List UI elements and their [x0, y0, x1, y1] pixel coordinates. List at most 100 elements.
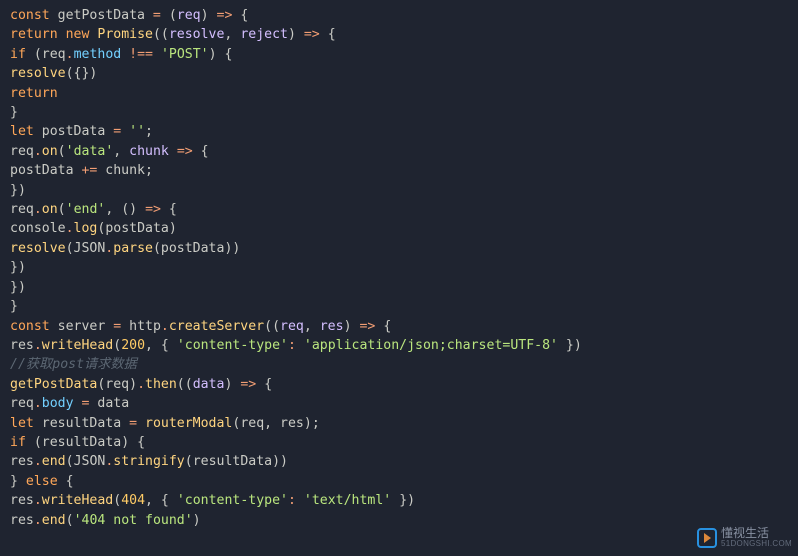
code-token: +=: [81, 163, 97, 178]
code-token: }: [10, 299, 18, 314]
code-token: )): [224, 241, 240, 256]
code-token: resultData: [34, 416, 129, 431]
code-token: {: [201, 144, 209, 159]
code-line: let resultData = routerModal(req, res);: [10, 414, 798, 433]
code-token: 200: [121, 338, 145, 353]
code-line: return: [10, 84, 798, 103]
code-token: ,: [145, 338, 161, 353]
code-token: }): [10, 260, 26, 275]
code-token: ,: [105, 202, 121, 217]
code-token: {: [161, 493, 169, 508]
code-token: getPostData: [10, 377, 97, 392]
code-token: ): [209, 47, 217, 62]
code-token: [217, 47, 225, 62]
code-token: data: [193, 377, 225, 392]
code-token: resultData: [42, 435, 121, 450]
code-token: req: [177, 8, 201, 23]
code-token: !==: [129, 47, 153, 62]
code-token: ): [121, 435, 129, 450]
code-line: //获取post请求数据: [10, 355, 798, 374]
code-token: .: [66, 47, 74, 62]
code-token: (: [58, 144, 66, 159]
code-token: else: [26, 474, 58, 489]
code-token: [169, 338, 177, 353]
code-token: stringify: [113, 454, 184, 469]
code-line: if (req.method !== 'POST') {: [10, 45, 798, 64]
code-token: 404: [121, 493, 145, 508]
code-token: res: [10, 338, 34, 353]
code-token: .: [34, 202, 42, 217]
code-token: [18, 474, 26, 489]
code-token: on: [42, 202, 58, 217]
code-token: .: [137, 377, 145, 392]
code-token: ,: [113, 144, 129, 159]
code-token: ): [201, 8, 209, 23]
code-token: createServer: [169, 319, 264, 334]
code-token: (: [34, 435, 42, 450]
code-token: [169, 144, 177, 159]
code-token: [137, 202, 145, 217]
code-token: resolve: [10, 66, 66, 81]
code-token: .: [161, 319, 169, 334]
code-token: [209, 8, 217, 23]
code-token: ((: [177, 377, 193, 392]
code-token: method: [74, 47, 122, 62]
code-token: req: [280, 319, 304, 334]
code-token: .: [34, 493, 42, 508]
code-token: if: [10, 435, 26, 450]
code-line: const getPostData = (req) => {: [10, 6, 798, 25]
code-token: new: [66, 27, 90, 42]
code-token: let: [10, 416, 34, 431]
code-token: 'POST': [161, 47, 209, 62]
code-token: {: [264, 377, 272, 392]
code-token: chunk;: [97, 163, 153, 178]
code-token: req: [105, 377, 129, 392]
code-line: getPostData(req).then((data) => {: [10, 375, 798, 394]
code-token: [193, 144, 201, 159]
code-line: }): [10, 258, 798, 277]
code-token: const: [10, 319, 50, 334]
code-token: .: [34, 454, 42, 469]
code-token: Promise: [97, 27, 153, 42]
code-token: postData: [105, 221, 169, 236]
code-token: resolve: [10, 241, 66, 256]
code-token: resultData: [193, 454, 272, 469]
code-token: [320, 27, 328, 42]
code-token: ,: [145, 493, 161, 508]
code-token: [26, 435, 34, 450]
code-token: 'end': [66, 202, 106, 217]
code-token: ,: [304, 319, 320, 334]
code-token: body: [42, 396, 74, 411]
code-token: {: [66, 474, 74, 489]
code-token: [558, 338, 566, 353]
code-token: =: [153, 8, 161, 23]
code-token: routerModal: [145, 416, 232, 431]
code-token: {: [161, 338, 169, 353]
code-token: {: [137, 435, 145, 450]
code-token: )): [272, 454, 288, 469]
code-token: [161, 8, 169, 23]
code-token: (: [113, 493, 121, 508]
code-token: [256, 377, 264, 392]
code-token: ({}): [66, 66, 98, 81]
code-token: req: [10, 396, 34, 411]
code-token: res: [280, 416, 304, 431]
code-line: }: [10, 297, 798, 316]
play-icon: [697, 528, 717, 548]
code-token: [121, 124, 129, 139]
code-token: }): [10, 280, 26, 295]
code-token: then: [145, 377, 177, 392]
code-token: ): [129, 377, 137, 392]
code-line: console.log(postData): [10, 219, 798, 238]
code-token: return: [10, 86, 58, 101]
code-token: server: [50, 319, 114, 334]
code-token: }): [399, 493, 415, 508]
code-token: res: [10, 513, 34, 528]
code-block: const getPostData = (req) => { return new…: [0, 0, 798, 530]
code-token: (: [66, 513, 74, 528]
code-token: parse: [113, 241, 153, 256]
code-token: ;: [312, 416, 320, 431]
code-token: writeHead: [42, 493, 113, 508]
code-token: {: [240, 8, 248, 23]
code-line: const server = http.createServer((req, r…: [10, 317, 798, 336]
